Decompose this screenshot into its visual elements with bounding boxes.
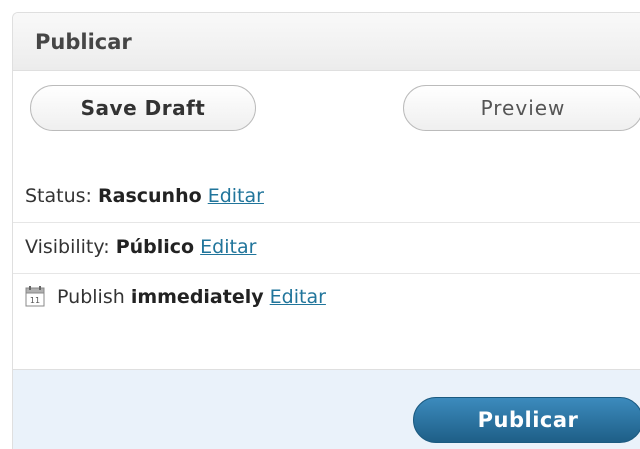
publish-time-value: immediately bbox=[130, 286, 264, 308]
calendar-day: 11 bbox=[30, 296, 40, 305]
publish-box: Publicar Save Draft Preview Status: Rasc… bbox=[12, 12, 640, 449]
visibility-label: Visibility: bbox=[25, 236, 110, 258]
publish-button[interactable]: Publicar bbox=[413, 397, 640, 443]
publish-label: Publish bbox=[57, 286, 125, 308]
preview-button[interactable]: Preview bbox=[403, 85, 640, 131]
calendar-icon: 11 bbox=[25, 279, 45, 307]
major-publishing-actions: Publicar bbox=[13, 369, 640, 449]
status-row: Status: Rascunho Editar bbox=[13, 173, 640, 223]
edit-visibility-link[interactable]: Editar bbox=[200, 236, 256, 258]
status-label: Status: bbox=[25, 185, 92, 207]
edit-status-link[interactable]: Editar bbox=[208, 185, 264, 207]
visibility-row: Visibility: Público Editar bbox=[13, 224, 640, 274]
status-value: Rascunho bbox=[98, 185, 202, 207]
edit-publish-time-link[interactable]: Editar bbox=[270, 286, 326, 308]
save-draft-button[interactable]: Save Draft bbox=[30, 85, 256, 131]
publish-box-header[interactable]: Publicar bbox=[13, 13, 640, 71]
publish-time-row: 11 Publish immediately Editar bbox=[13, 275, 640, 335]
panel-title: Publicar bbox=[35, 30, 132, 54]
minor-publishing-actions: Save Draft Preview bbox=[13, 71, 640, 171]
visibility-value: Público bbox=[115, 236, 195, 258]
